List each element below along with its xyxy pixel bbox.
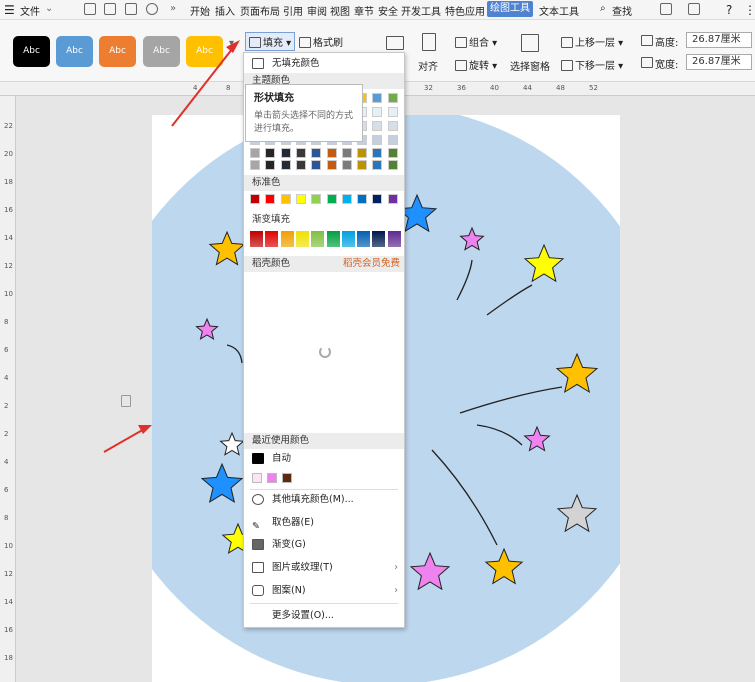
theme-color-swatch[interactable] — [372, 121, 383, 131]
theme-color-swatch[interactable] — [387, 93, 398, 103]
theme-color-swatch[interactable] — [387, 107, 398, 117]
pattern-item[interactable]: 图案(N) › — [244, 581, 404, 601]
theme-color-swatch[interactable] — [280, 160, 291, 170]
loading-spinner-icon — [319, 346, 331, 358]
divider — [250, 603, 398, 604]
theme-color-swatch[interactable] — [311, 148, 322, 158]
gradient-swatch[interactable] — [357, 231, 371, 247]
theme-color-swatch[interactable] — [357, 160, 368, 170]
red-arrow-left — [103, 425, 152, 453]
no-fill-icon — [252, 58, 264, 69]
gradient-swatch[interactable] — [387, 231, 401, 247]
gradient-swatch[interactable] — [250, 231, 263, 247]
tooltip-description: 单击箭头选择不同的方式进行填充。 — [254, 111, 354, 134]
standard-color-swatch[interactable] — [387, 194, 398, 204]
red-arrow-top — [171, 40, 240, 127]
color-wheel-icon — [252, 494, 264, 505]
standard-color-swatch[interactable] — [326, 194, 337, 204]
theme-color-swatch[interactable] — [265, 160, 276, 170]
theme-color-swatch[interactable] — [387, 160, 398, 170]
eyedropper-item[interactable]: ✎ 取色器(E) — [244, 513, 404, 533]
theme-color-swatch[interactable] — [265, 148, 276, 158]
theme-color-swatch[interactable] — [387, 148, 398, 158]
standard-color-swatch[interactable] — [295, 194, 306, 204]
theme-color-swatch[interactable] — [295, 148, 306, 158]
gradient-swatch[interactable] — [295, 231, 309, 247]
theme-color-swatch[interactable] — [357, 148, 368, 158]
docer-free-link[interactable]: 稻壳会员免费 — [343, 256, 400, 272]
theme-color-swatch[interactable] — [326, 160, 337, 170]
no-fill-item[interactable]: 无填充颜色 — [244, 54, 404, 74]
theme-color-swatch[interactable] — [372, 135, 383, 145]
standard-color-swatch[interactable] — [311, 194, 322, 204]
theme-color-swatch[interactable] — [372, 148, 383, 158]
pattern-icon — [252, 585, 264, 596]
theme-color-swatch[interactable] — [280, 148, 291, 158]
gradient-swatch[interactable] — [311, 231, 325, 247]
theme-color-swatch[interactable] — [387, 135, 398, 145]
theme-color-swatch[interactable] — [295, 160, 306, 170]
theme-color-swatch[interactable] — [372, 107, 383, 117]
theme-color-swatch[interactable] — [372, 93, 383, 103]
recent-color-swatch[interactable] — [252, 473, 262, 483]
gradient-fill-header: 渐变填充 — [244, 212, 404, 228]
theme-color-swatch[interactable] — [387, 121, 398, 131]
gradient-swatch[interactable] — [326, 231, 340, 247]
gradient-swatch[interactable] — [280, 231, 294, 247]
theme-color-swatch[interactable] — [311, 160, 322, 170]
texture-icon — [252, 562, 264, 573]
gradient-item[interactable]: 渐变(G) — [244, 535, 404, 555]
auto-color-item[interactable]: 自动 — [244, 449, 404, 469]
theme-color-swatch[interactable] — [250, 160, 260, 170]
standard-color-swatch[interactable] — [372, 194, 383, 204]
picture-texture-item[interactable]: 图片或纹理(T) › — [244, 558, 404, 578]
theme-color-swatch[interactable] — [250, 148, 260, 158]
eyedropper-icon: ✎ — [252, 521, 260, 532]
recent-color-swatch[interactable] — [282, 473, 292, 483]
docer-colors-header: 稻壳颜色 稻壳会员免费 — [244, 256, 404, 272]
theme-color-swatch[interactable] — [341, 148, 352, 158]
submenu-arrow-icon: › — [394, 585, 398, 596]
theme-color-swatch[interactable] — [372, 160, 383, 170]
tooltip-title: 形状填充 — [254, 93, 294, 104]
standard-color-swatch[interactable] — [280, 194, 291, 204]
standard-color-swatch[interactable] — [250, 194, 260, 204]
more-colors-item[interactable]: 其他填充颜色(M)... — [244, 490, 404, 510]
gradient-swatch[interactable] — [341, 231, 355, 247]
theme-color-swatch[interactable] — [341, 160, 352, 170]
recent-color-swatch[interactable] — [267, 473, 277, 483]
more-settings-item[interactable]: 更多设置(O)... — [244, 606, 404, 626]
standard-color-swatch[interactable] — [265, 194, 276, 204]
standard-colors-header: 标准色 — [244, 175, 404, 191]
auto-swatch — [252, 453, 264, 464]
theme-color-swatch[interactable] — [326, 148, 337, 158]
submenu-arrow-icon: › — [394, 562, 398, 573]
standard-color-swatch[interactable] — [357, 194, 368, 204]
recent-colors-header: 最近使用颜色 — [244, 433, 404, 449]
gradient-icon — [252, 539, 264, 550]
standard-color-swatch[interactable] — [341, 194, 352, 204]
gradient-swatch[interactable] — [372, 231, 386, 247]
fill-tooltip: 形状填充 单击箭头选择不同的方式进行填充。 — [245, 84, 363, 142]
gradient-swatch[interactable] — [265, 231, 279, 247]
